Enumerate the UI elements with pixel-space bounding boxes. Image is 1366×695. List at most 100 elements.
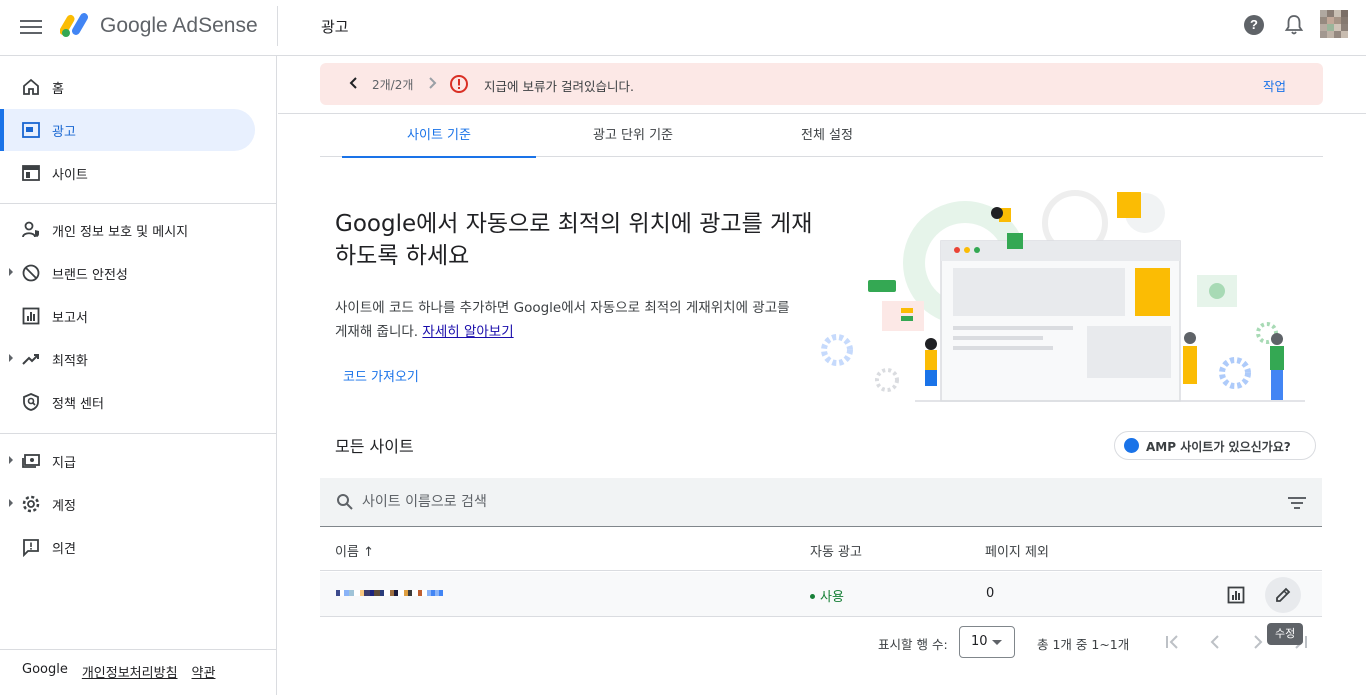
sidebar-item-ads[interactable]: 광고 [0, 109, 255, 151]
block-icon [22, 264, 40, 282]
feedback-icon [23, 539, 39, 557]
table-row[interactable]: 사용 0 [320, 572, 1322, 617]
edit-tooltip: 수정 [1267, 623, 1304, 645]
filter-icon[interactable] [1288, 496, 1306, 510]
expand-caret-icon [9, 456, 13, 464]
brand-name: Google AdSense [100, 14, 258, 37]
sidebar-item-optimization[interactable]: 최적화 [0, 338, 255, 380]
rows-per-page-value: 10 [971, 634, 988, 649]
help-icon[interactable]: ? [1244, 15, 1264, 35]
page-exclusions-count: 0 [986, 586, 995, 601]
top-app-bar: Google AdSense 광고 ? [0, 0, 1366, 56]
tab-by-ad-unit[interactable]: 광고 단위 기준 [536, 114, 730, 157]
hero-title: Google에서 자동으로 최적의 위치에 광고를 게재하도록 하세요 [335, 211, 813, 269]
ads-icon [22, 122, 40, 138]
sites-table-header: 이름 ↑ 자동 광고 페이지 제외 [320, 528, 1322, 571]
hero-description-text: 사이트에 코드 하나를 추가하면 Google에서 자동으로 최적의 게재위치에… [335, 300, 790, 340]
sidebar-item-label: 홈 [52, 82, 64, 97]
privacy-policy-link[interactable]: 개인정보처리방침 [82, 662, 178, 681]
sidebar-item-home[interactable]: 홈 [0, 66, 255, 108]
adsense-logo-icon [60, 13, 88, 37]
sidebar-divider [0, 433, 276, 434]
auto-ads-status: 사용 [810, 586, 844, 605]
sort-arrow-icon: ↑ [363, 545, 374, 560]
sidebar: 홈 광고 사이트 개인 정보 보호 및 메시지 브랜드 안전성 보고서 최적화 … [0, 56, 277, 695]
expand-caret-icon [9, 499, 13, 507]
column-header-name-label: 이름 [335, 545, 359, 560]
site-search-input[interactable] [362, 490, 1162, 514]
chevron-left-icon[interactable] [349, 76, 359, 90]
expand-caret-icon [9, 354, 13, 362]
sidebar-item-label: 광고 [52, 125, 76, 140]
banner-count: 2개/2개 [372, 78, 414, 92]
sidebar-footer: Google 개인정보처리방침 약관 [22, 662, 215, 681]
notifications-icon[interactable] [1284, 14, 1304, 36]
sites-icon [22, 165, 40, 181]
tab-by-site[interactable]: 사이트 기준 [342, 114, 536, 158]
sidebar-item-feedback[interactable]: 의견 [0, 526, 255, 568]
sidebar-divider [0, 203, 276, 204]
gear-icon [22, 495, 40, 513]
header-divider [277, 6, 278, 46]
sidebar-item-label: 의견 [52, 542, 76, 557]
sidebar-item-account[interactable]: 계정 [0, 483, 255, 525]
reports-icon [22, 307, 40, 325]
pencil-icon [1276, 587, 1291, 602]
sidebar-item-sites[interactable]: 사이트 [0, 152, 255, 194]
lightning-bolt-icon [1124, 438, 1139, 453]
sidebar-item-payments[interactable]: 지급 [0, 440, 255, 482]
site-name-redacted [336, 590, 454, 596]
status-dot-icon [810, 594, 815, 599]
home-icon [23, 78, 39, 95]
alert-banner: 2개/2개 지급에 보류가 걸려있습니다. 작업 [320, 63, 1323, 105]
rows-per-page-select[interactable]: 10 [959, 626, 1015, 658]
report-button[interactable] [1218, 577, 1254, 613]
sidebar-item-brand-safety[interactable]: 브랜드 안전성 [0, 252, 255, 294]
chevron-right-icon[interactable] [427, 76, 437, 90]
learn-more-link[interactable]: 자세히 알아보기 [422, 324, 513, 340]
account-avatar[interactable] [1320, 10, 1348, 38]
banner-message: 지급에 보류가 걸려있습니다. [484, 79, 634, 94]
auto-ads-status-label: 사용 [820, 590, 844, 605]
dropdown-arrow-icon [992, 640, 1002, 645]
google-footer-label: Google [22, 662, 68, 677]
amp-sites-chip[interactable]: AMP 사이트가 있으신가요? [1114, 431, 1316, 460]
pagination: 표시할 행 수: 10 총 1개 중 1~1개 [320, 626, 1322, 658]
trending-up-icon [22, 354, 39, 365]
sidebar-item-policy-center[interactable]: 정책 센터 [0, 381, 255, 423]
payments-icon [22, 454, 40, 468]
sidebar-item-reports[interactable]: 보고서 [0, 295, 255, 337]
column-header-page-exclusions: 페이지 제외 [985, 545, 1049, 560]
sidebar-item-label: 지급 [52, 456, 76, 471]
error-icon [450, 75, 468, 93]
policy-icon [23, 393, 39, 411]
get-code-button[interactable]: 코드 가져오기 [335, 362, 427, 394]
search-icon [337, 494, 353, 510]
sidebar-item-label: 계정 [52, 499, 76, 514]
pagination-range: 총 1개 중 1~1개 [1037, 637, 1130, 652]
sidebar-item-label: 브랜드 안전성 [52, 268, 128, 283]
sidebar-item-label: 사이트 [52, 168, 88, 183]
sidebar-item-label: 보고서 [52, 311, 88, 326]
bar-chart-icon [1227, 586, 1245, 604]
sidebar-divider [0, 649, 276, 650]
edit-button[interactable] [1265, 577, 1301, 613]
hero-description: 사이트에 코드 하나를 추가하면 Google에서 자동으로 최적의 게재위치에… [335, 296, 805, 344]
sidebar-item-privacy[interactable]: 개인 정보 보호 및 메시지 [0, 209, 255, 251]
column-header-name[interactable]: 이름 ↑ [335, 541, 374, 560]
sidebar-item-label: 정책 센터 [52, 397, 104, 412]
rows-per-page-label: 표시할 행 수: [878, 637, 948, 652]
all-sites-heading: 모든 사이트 [335, 437, 414, 456]
expand-caret-icon [9, 268, 13, 276]
privacy-icon [22, 221, 39, 238]
amp-chip-label: AMP 사이트가 있으신가요? [1146, 440, 1291, 454]
auto-ads-illustration [821, 190, 1305, 402]
terms-link[interactable]: 약관 [192, 662, 216, 681]
sidebar-item-label: 개인 정보 보호 및 메시지 [52, 225, 189, 240]
banner-action-button[interactable]: 작업 [1263, 76, 1286, 95]
previous-page-icon[interactable] [1203, 630, 1227, 654]
first-page-icon[interactable] [1160, 630, 1184, 654]
tab-global-settings[interactable]: 전체 설정 [730, 114, 924, 157]
menu-icon[interactable] [20, 17, 42, 39]
tab-bar: 사이트 기준 광고 단위 기준 전체 설정 [320, 114, 1323, 158]
